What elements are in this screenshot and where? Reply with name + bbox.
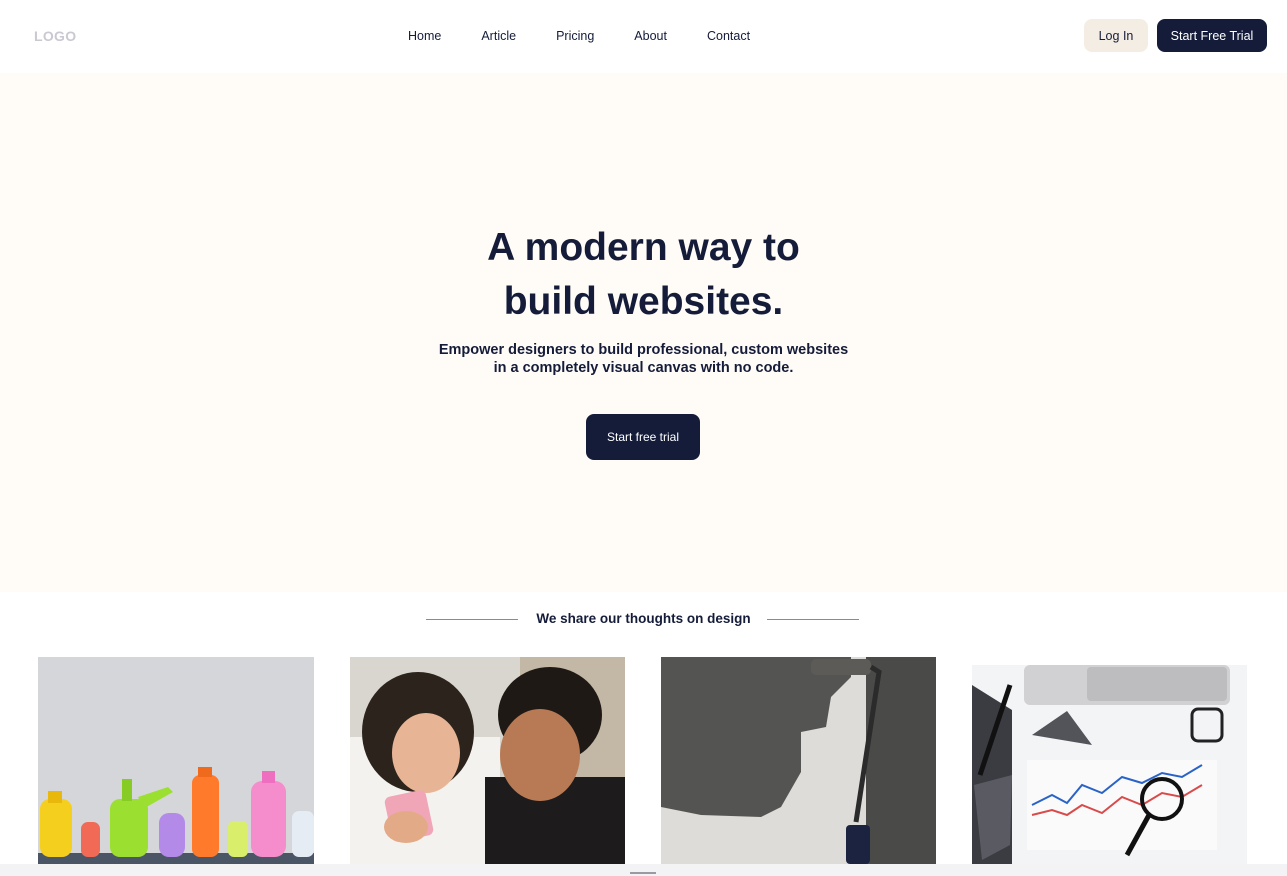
paint-roller-photo bbox=[661, 657, 936, 864]
hero-title-line1: A modern way to bbox=[487, 226, 800, 269]
bottom-scroll-area bbox=[0, 864, 1287, 876]
article-card-image-bottles[interactable] bbox=[38, 657, 314, 864]
hero-subtitle: Empower designers to build professional,… bbox=[0, 341, 1287, 377]
section-heading: We share our thoughts on design bbox=[0, 611, 1287, 629]
article-card-image-paint[interactable] bbox=[661, 657, 936, 864]
hero-subtitle-line2: in a completely visual canvas with no co… bbox=[493, 360, 794, 376]
friends-phone-photo bbox=[350, 657, 625, 864]
nav-link-contact[interactable]: Contact bbox=[707, 29, 750, 43]
article-card-image-analytics[interactable] bbox=[972, 665, 1247, 864]
login-button[interactable]: Log In bbox=[1084, 19, 1148, 52]
analytics-desk-photo bbox=[972, 665, 1247, 864]
nav-link-article[interactable]: Article bbox=[481, 29, 516, 43]
nav-link-pricing[interactable]: Pricing bbox=[556, 29, 594, 43]
hero-title: A modern way to build websites. bbox=[0, 221, 1287, 329]
nav-links: Home Article Pricing About Contact bbox=[408, 29, 790, 43]
start-free-trial-button[interactable]: Start Free Trial bbox=[1157, 19, 1267, 52]
divider-right bbox=[767, 619, 859, 620]
top-navbar: LOGO Home Article Pricing About Contact … bbox=[0, 0, 1287, 73]
article-card-image-friends[interactable] bbox=[350, 657, 625, 864]
section-title: We share our thoughts on design bbox=[536, 611, 751, 626]
hero-title-line2: build websites. bbox=[503, 280, 784, 323]
hero-section: A modern way to build websites. Empower … bbox=[0, 73, 1287, 592]
scroll-handle[interactable] bbox=[630, 872, 656, 874]
nav-link-home[interactable]: Home bbox=[408, 29, 441, 43]
logo[interactable]: LOGO bbox=[34, 28, 76, 44]
hero-start-trial-button[interactable]: Start free trial bbox=[586, 414, 700, 460]
nav-link-about[interactable]: About bbox=[634, 29, 667, 43]
hero-subtitle-line1: Empower designers to build professional,… bbox=[438, 342, 849, 358]
colorful-bottles-photo bbox=[38, 657, 314, 864]
